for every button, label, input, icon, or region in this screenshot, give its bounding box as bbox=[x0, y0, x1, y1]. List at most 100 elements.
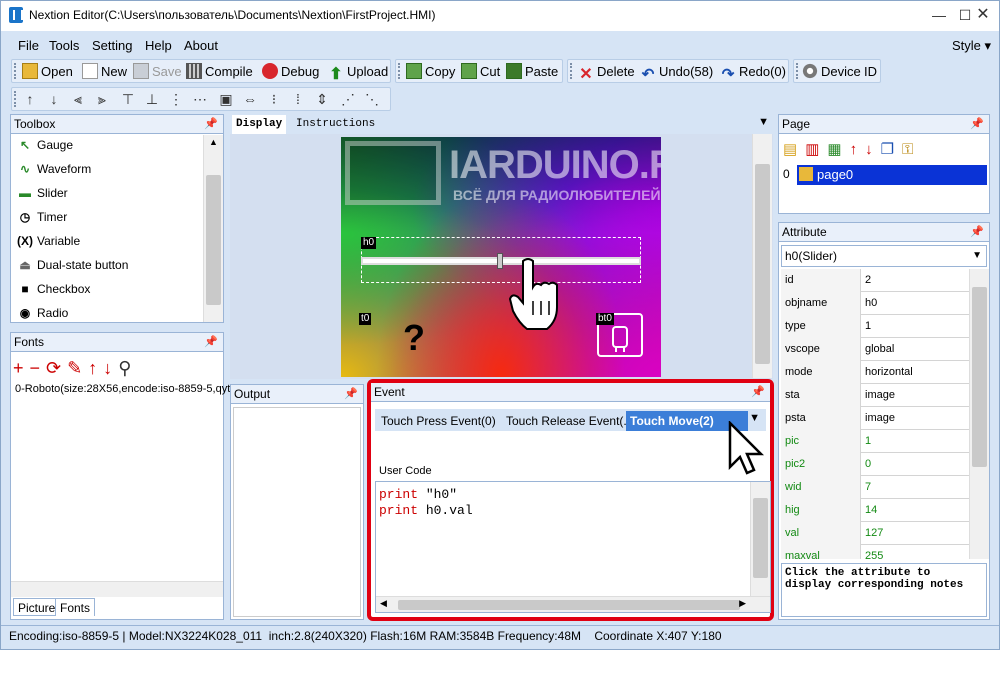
menu-setting[interactable]: Setting bbox=[92, 38, 132, 53]
toolbox-item-gauge[interactable]: ↖ Gauge bbox=[17, 135, 73, 155]
align-left-icon[interactable]: ⫷ bbox=[70, 91, 86, 107]
tab-instructions[interactable]: Instructions bbox=[292, 115, 379, 134]
attribute-row[interactable]: id 2 bbox=[781, 269, 969, 292]
delete-button[interactable]: ✕ Delete bbox=[578, 63, 634, 83]
device-button[interactable]: Device bbox=[802, 63, 861, 81]
align-top-edge-icon[interactable]: ⊤ bbox=[120, 91, 136, 107]
slider-h0-thumb[interactable] bbox=[497, 253, 503, 269]
pin-icon[interactable]: 📌 bbox=[344, 385, 358, 404]
menu-tools[interactable]: Tools bbox=[49, 38, 79, 53]
output-text-area[interactable] bbox=[233, 407, 361, 617]
debug-button[interactable]: Debug bbox=[262, 63, 319, 81]
attribute-row[interactable]: vscope global bbox=[781, 338, 969, 361]
toolbox-item-radio[interactable]: ◉ Radio bbox=[17, 303, 69, 323]
save-button[interactable]: Save bbox=[133, 63, 182, 81]
toolbox-item-waveform[interactable]: ∿ Waveform bbox=[17, 159, 91, 179]
same-width-icon[interactable]: ⇔ bbox=[242, 91, 258, 107]
redo-button[interactable]: ↷ Redo(0) bbox=[720, 63, 786, 83]
label-t0[interactable]: t0 bbox=[359, 313, 372, 325]
toolbar-grip[interactable] bbox=[14, 63, 17, 79]
code-vscrollbar[interactable] bbox=[750, 482, 770, 596]
attribute-value[interactable]: global bbox=[865, 338, 894, 361]
insert-page-icon[interactable]: ▦ bbox=[827, 141, 849, 158]
space-vertical-icon[interactable]: ⋰ bbox=[340, 91, 356, 107]
new-button[interactable]: New bbox=[82, 63, 127, 81]
attribute-value[interactable]: image bbox=[865, 384, 895, 407]
toolbox-item-slider[interactable]: ▬ Slider bbox=[17, 183, 68, 203]
attribute-value[interactable]: image bbox=[865, 407, 895, 430]
attribute-row[interactable]: pic 1 bbox=[781, 430, 969, 453]
copy-page-icon[interactable]: ❐ bbox=[881, 141, 902, 158]
attribute-value[interactable]: 2 bbox=[865, 269, 871, 292]
scroll-right-icon[interactable]: ▶ bbox=[739, 598, 746, 609]
cut-button[interactable]: Cut bbox=[461, 63, 500, 81]
attribute-value[interactable]: 1 bbox=[865, 315, 871, 338]
page-list-item[interactable]: page0 bbox=[797, 165, 987, 185]
attribute-row[interactable]: type 1 bbox=[781, 315, 969, 338]
pin-icon[interactable]: 📌 bbox=[204, 115, 218, 134]
tab-fonts[interactable]: Fonts bbox=[55, 598, 96, 616]
tab-touch-release[interactable]: Touch Release Event(... bbox=[502, 411, 637, 431]
id-button[interactable]: ID bbox=[864, 63, 877, 81]
move-up-icon[interactable]: ↑ bbox=[850, 141, 866, 158]
font-entry[interactable]: 0-Roboto(size:28X56,encode:iso-8859-5,qy… bbox=[15, 383, 230, 395]
attribute-row[interactable]: pic2 0 bbox=[781, 453, 969, 476]
attribute-value[interactable]: 14 bbox=[865, 499, 877, 522]
hmi-canvas[interactable]: IARDUINO.RU ВСЁ ДЛЯ РАДИОЛЮБИТЕЛЕЙ h0 t0… bbox=[341, 137, 661, 377]
toolbox-item-dual-state-button[interactable]: ⏏ Dual-state button bbox=[17, 255, 128, 275]
menu-help[interactable]: Help bbox=[145, 38, 172, 53]
move-down-icon[interactable]: ↓ bbox=[865, 141, 881, 158]
edit-icon[interactable]: ✎ bbox=[67, 358, 88, 378]
attribute-value[interactable]: 127 bbox=[865, 522, 883, 545]
move-down-icon[interactable]: ↓ bbox=[103, 358, 118, 378]
scroll-left-icon[interactable]: ◀ bbox=[380, 598, 387, 609]
refresh-icon[interactable]: ⟳ bbox=[46, 358, 67, 378]
attribute-row[interactable]: psta image bbox=[781, 407, 969, 430]
attribute-value[interactable]: 0 bbox=[865, 453, 871, 476]
pin-icon[interactable]: 📌 bbox=[204, 333, 218, 352]
toolbox-item-variable[interactable]: (X) Variable bbox=[17, 231, 80, 251]
attribute-value[interactable]: h0 bbox=[865, 292, 877, 315]
distribute-vertical-icon[interactable]: ⋱ bbox=[364, 91, 380, 107]
toolbox-item-timer[interactable]: ◷ Timer bbox=[17, 207, 67, 227]
tab-picture[interactable]: Picture bbox=[13, 598, 61, 616]
attribute-value[interactable]: 1 bbox=[865, 430, 871, 453]
compile-button[interactable]: Compile bbox=[186, 63, 253, 81]
attribute-row[interactable]: objname h0 bbox=[781, 292, 969, 315]
scroll-thumb[interactable] bbox=[753, 498, 768, 578]
code-hscrollbar[interactable]: ◀ ▶ bbox=[376, 596, 770, 612]
scroll-thumb[interactable] bbox=[206, 175, 221, 305]
align-top-icon[interactable]: ↑ bbox=[22, 91, 38, 107]
attribute-row[interactable]: hig 14 bbox=[781, 499, 969, 522]
add-page-icon[interactable]: ▤ bbox=[783, 141, 805, 158]
space-horizontal-icon[interactable]: ⁝ bbox=[266, 91, 282, 107]
attribute-value[interactable]: 255 bbox=[865, 545, 883, 559]
add-icon[interactable]: + bbox=[13, 358, 30, 378]
attribute-row[interactable]: wid 7 bbox=[781, 476, 969, 499]
remove-icon[interactable]: − bbox=[30, 358, 47, 378]
pin-icon[interactable]: 📌 bbox=[970, 115, 984, 134]
align-bottom-edge-icon[interactable]: ⊥ bbox=[144, 91, 160, 107]
tab-touch-press[interactable]: Touch Press Event(0) bbox=[377, 411, 500, 431]
undo-button[interactable]: ↶ Undo(58) bbox=[640, 63, 714, 83]
align-right-icon[interactable]: ⫸ bbox=[94, 91, 110, 107]
attribute-row[interactable]: val 127 bbox=[781, 522, 969, 545]
toolbar-grip[interactable] bbox=[570, 63, 573, 79]
import-page-icon[interactable]: ⚿ bbox=[902, 141, 921, 158]
attribute-scrollbar[interactable] bbox=[969, 269, 989, 559]
menu-about[interactable]: About bbox=[184, 38, 218, 53]
menu-file[interactable]: File bbox=[18, 38, 39, 53]
pin-icon[interactable]: 📌 bbox=[970, 223, 984, 242]
font-generator-icon[interactable]: ⚲ bbox=[118, 358, 137, 378]
code-text[interactable]: print "h0" print h0.val bbox=[379, 487, 473, 519]
delete-page-icon[interactable]: ▥ bbox=[805, 141, 827, 158]
space-distribute-icon[interactable]: ⁞ bbox=[290, 91, 306, 107]
upload-button[interactable]: ⬆ Upload bbox=[328, 63, 388, 83]
toolbox-item-checkbox[interactable]: ■ Checkbox bbox=[17, 279, 90, 299]
toolbar-grip[interactable] bbox=[398, 63, 401, 79]
same-size-icon[interactable]: ▣ bbox=[218, 91, 234, 107]
scroll-thumb[interactable] bbox=[755, 164, 770, 364]
scroll-up-icon[interactable]: ▲ bbox=[209, 137, 218, 147]
toolbox-scrollbar[interactable]: ▲ bbox=[203, 135, 223, 322]
tab-menu-icon[interactable]: ▼ bbox=[758, 116, 769, 128]
